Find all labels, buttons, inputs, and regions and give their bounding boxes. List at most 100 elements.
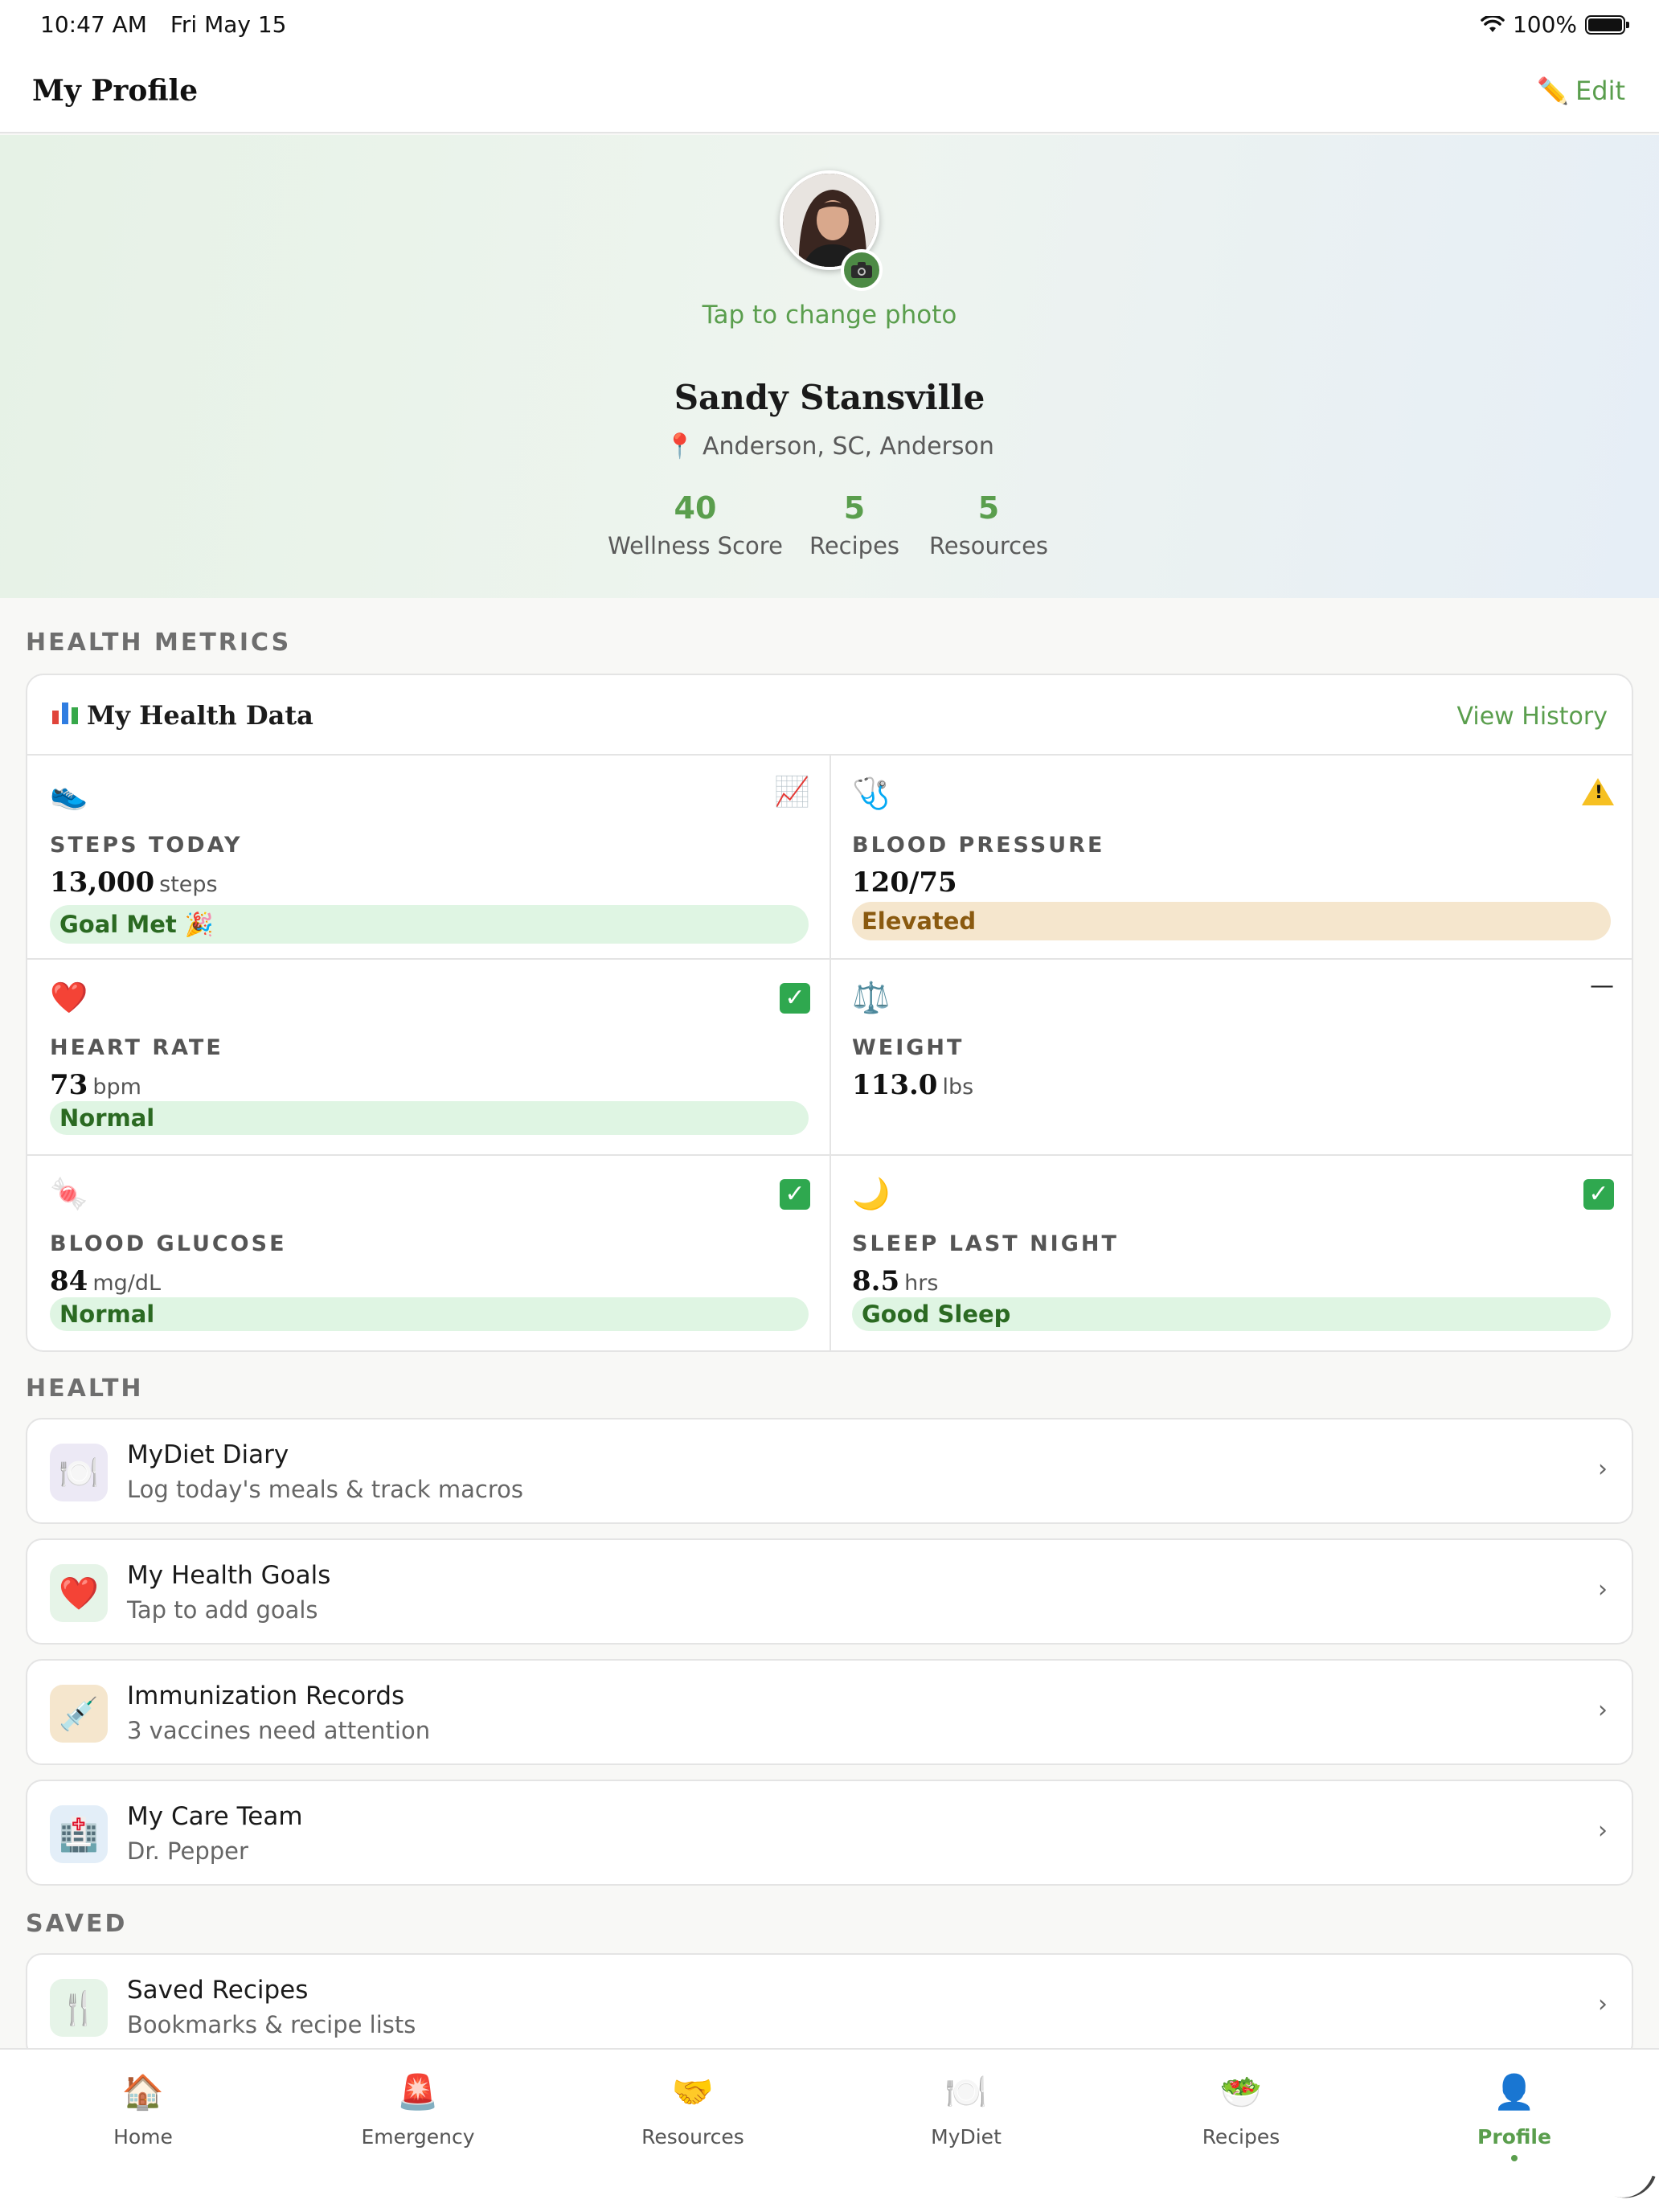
tab-mydiet[interactable]: 🍽️ MyDiet <box>828 2075 1104 2149</box>
map-pin-icon: 📍 <box>665 432 695 461</box>
profile-location: 📍 Anderson, SC, Anderson <box>665 432 994 461</box>
metric-value: 13,000 steps <box>50 866 218 899</box>
list-item-subtitle: Dr. Pepper <box>127 1837 248 1865</box>
bar-chart-icon <box>51 699 79 731</box>
check-icon: ✓ <box>780 982 810 1014</box>
chevron-right-icon: › <box>1598 1575 1608 1604</box>
check-icon: ✓ <box>1583 1178 1614 1210</box>
status-badge: Goal Met 🎉 <box>50 905 809 944</box>
list-item-health-goals[interactable]: ❤️ My Health Goals Tap to add goals › <box>26 1538 1633 1645</box>
change-photo-link[interactable]: Tap to change photo <box>0 301 1659 330</box>
trend-up-icon: 📈 <box>774 776 810 809</box>
tab-home[interactable]: 🏠 Home <box>5 2075 281 2149</box>
section-saved: SAVED <box>26 1910 128 1938</box>
plate-icon: 🍽️ <box>944 2072 988 2112</box>
metric-blood-glucose[interactable]: 🍬 ✓ BLOOD GLUCOSE 84 mg/dL Normal <box>27 1156 831 1350</box>
card-title: My Health Data <box>87 700 313 731</box>
status-badge: Normal <box>50 1101 809 1135</box>
metric-value: 8.5 hrs <box>852 1265 939 1297</box>
edit-button[interactable]: ✏️ Edit <box>1537 76 1625 106</box>
metric-label: WEIGHT <box>852 1035 965 1060</box>
tab-resources[interactable]: 🤝 Resources <box>555 2075 831 2149</box>
heart-icon: ❤️ <box>50 980 88 1015</box>
edit-label: Edit <box>1575 76 1625 106</box>
status-badge: Good Sleep <box>852 1297 1611 1331</box>
handshake-icon: 🤝 <box>671 2072 715 2112</box>
profile-header: Tap to change photo Sandy Stansville 📍 A… <box>0 135 1659 598</box>
heart-icon: ❤️ <box>50 1564 108 1622</box>
metric-value: 120/75 <box>852 866 957 899</box>
tab-bar: 🏠 Home 🚨 Emergency 🤝 Resources 🍽️ MyDiet… <box>0 2048 1659 2212</box>
status-bar: 10:47 AM Fri May 15 100% <box>0 0 1659 53</box>
chevron-right-icon: › <box>1598 1990 1608 2018</box>
syringe-icon: 💉 <box>50 1685 108 1743</box>
metric-value: 84 mg/dL <box>50 1265 162 1297</box>
status-badge: Normal <box>50 1297 809 1331</box>
chevron-right-icon: › <box>1598 1455 1608 1483</box>
pencil-icon: ✏️ <box>1537 76 1570 106</box>
hospital-icon: 🏥 <box>50 1805 108 1863</box>
fork-knife-icon: 🍴 <box>50 1979 108 2037</box>
metric-label: BLOOD PRESSURE <box>852 833 1105 858</box>
metric-value: 73 bpm <box>50 1069 141 1101</box>
metric-label: STEPS TODAY <box>50 833 243 858</box>
stat-resources[interactable]: 5 Resources <box>926 490 1051 559</box>
metric-value: 113.0 lbs <box>852 1069 974 1101</box>
metric-label: HEART RATE <box>50 1035 223 1060</box>
scale-icon: ⚖️ <box>852 980 891 1015</box>
check-icon: ✓ <box>780 1178 810 1210</box>
list-item-subtitle: Bookmarks & recipe lists <box>127 2011 416 2038</box>
health-data-card: My Health Data View History 👟 📈 STEPS TO… <box>26 674 1633 1352</box>
moon-icon: 🌙 <box>852 1176 891 1211</box>
status-date: Fri May 15 <box>170 11 287 38</box>
metric-heart-rate[interactable]: ❤️ ✓ HEART RATE 73 bpm Normal <box>27 960 831 1156</box>
metric-weight[interactable]: ⚖️ — WEIGHT 113.0 lbs <box>830 960 1632 1156</box>
stat-wellness-score[interactable]: 40 Wellness Score <box>604 490 786 559</box>
list-item-subtitle: Tap to add goals <box>127 1596 318 1624</box>
metric-blood-pressure[interactable]: 🩺 ! BLOOD PRESSURE 120/75 Elevated <box>830 756 1632 960</box>
metric-steps[interactable]: 👟 📈 STEPS TODAY 13,000 steps Goal Met 🎉 <box>27 756 831 960</box>
battery-icon <box>1585 14 1629 35</box>
nav-bar: My Profile ✏️ Edit <box>0 53 1659 133</box>
list-item-title: MyDiet Diary <box>127 1440 289 1469</box>
list-item-title: Immunization Records <box>127 1682 405 1710</box>
stethoscope-icon: 🩺 <box>852 776 891 811</box>
section-health-metrics: HEALTH METRICS <box>26 629 292 657</box>
list-item-title: My Health Goals <box>127 1561 331 1590</box>
list-item-subtitle: Log today's meals & track macros <box>127 1476 523 1503</box>
list-item-subtitle: 3 vaccines need attention <box>127 1717 431 1744</box>
metric-sleep[interactable]: 🌙 ✓ SLEEP LAST NIGHT 8.5 hrs Good Sleep <box>830 1156 1632 1350</box>
list-item-title: Saved Recipes <box>127 1976 309 2005</box>
warning-icon: ! <box>1582 778 1614 811</box>
list-item-saved-recipes[interactable]: 🍴 Saved Recipes Bookmarks & recipe lists… <box>26 1953 1633 2059</box>
siren-icon: 🚨 <box>396 2072 440 2112</box>
camera-icon[interactable] <box>841 249 883 291</box>
list-item-mydiet-diary[interactable]: 🍽️ MyDiet Diary Log today's meals & trac… <box>26 1418 1633 1524</box>
metric-label: BLOOD GLUCOSE <box>50 1231 287 1256</box>
profile-name: Sandy Stansville <box>674 378 985 417</box>
salad-icon: 🥗 <box>1219 2072 1263 2112</box>
stat-recipes[interactable]: 5 Recipes <box>804 490 905 559</box>
house-icon: 🏠 <box>121 2072 165 2112</box>
person-icon: 👤 <box>1493 2072 1536 2112</box>
chevron-right-icon: › <box>1598 1696 1608 1724</box>
sneaker-icon: 👟 <box>50 776 88 811</box>
dash-icon: — <box>1590 972 1614 1000</box>
list-item-immunization-records[interactable]: 💉 Immunization Records 3 vaccines need a… <box>26 1659 1633 1765</box>
metric-label: SLEEP LAST NIGHT <box>852 1231 1119 1256</box>
status-badge: Elevated <box>852 902 1611 940</box>
section-health: HEALTH <box>26 1374 144 1403</box>
view-history-link[interactable]: View History <box>1457 703 1608 731</box>
tab-recipes[interactable]: 🥗 Recipes <box>1103 2075 1379 2149</box>
active-tab-indicator <box>1511 2155 1518 2161</box>
list-item-care-team[interactable]: 🏥 My Care Team Dr. Pepper › <box>26 1780 1633 1886</box>
tab-emergency[interactable]: 🚨 Emergency <box>280 2075 556 2149</box>
chevron-right-icon: › <box>1598 1817 1608 1845</box>
page-title: My Profile <box>32 74 199 108</box>
status-time: 10:47 AM <box>40 11 147 38</box>
list-item-title: My Care Team <box>127 1802 303 1831</box>
wifi-icon <box>1481 15 1505 34</box>
plate-icon: 🍽️ <box>50 1444 108 1501</box>
tab-profile[interactable]: 👤 Profile <box>1376 2075 1653 2161</box>
battery-percent: 100% <box>1512 11 1577 38</box>
